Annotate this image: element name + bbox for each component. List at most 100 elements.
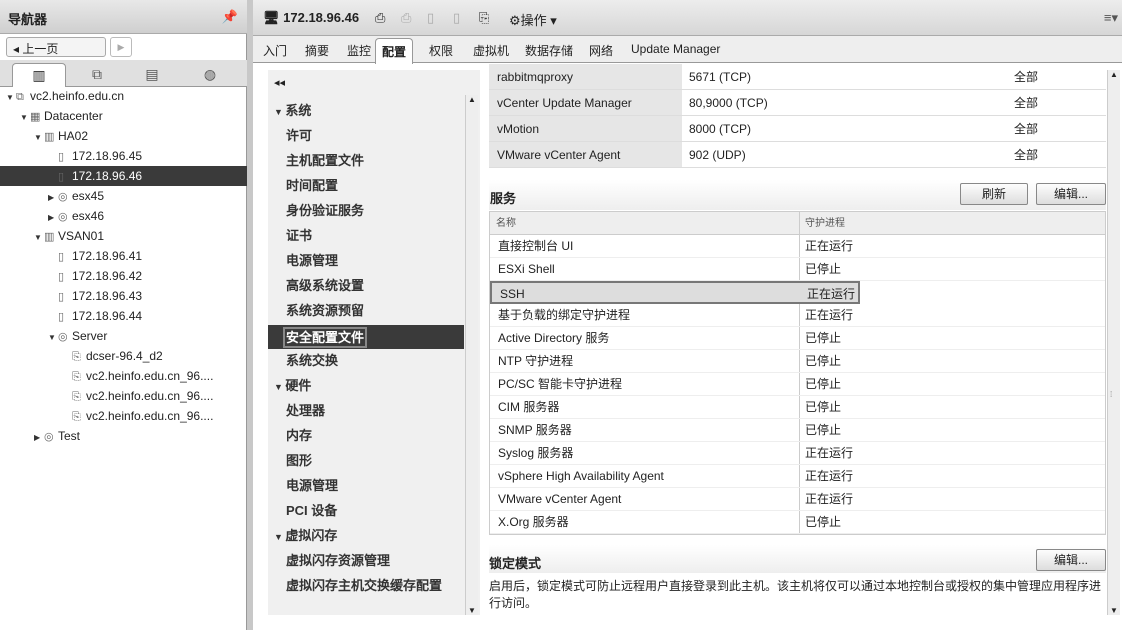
content-scrollbar[interactable]: ▲ ⁞ ▼ (1107, 70, 1120, 615)
config-section[interactable]: ▼ 硬件 (274, 375, 311, 394)
config-menu-item[interactable]: 电源管理 (286, 250, 338, 269)
tree-node[interactable]: ▯ 172.18.96.42 (0, 266, 247, 286)
firewall-row[interactable]: rabbitmqproxy 5671 (TCP) 全部 (489, 64, 1106, 90)
tab-6[interactable]: 数据存储 (525, 42, 573, 59)
tree-node[interactable]: ▯ 172.18.96.43 (0, 286, 247, 306)
tab-4[interactable]: 权限 (429, 42, 453, 59)
config-menu-item[interactable]: 图形 (286, 450, 312, 469)
expand-arrow-icon[interactable]: ▼ (34, 128, 44, 148)
col-name[interactable]: 名称 (496, 212, 516, 235)
scroll-down-icon[interactable]: ▼ (1108, 606, 1120, 615)
service-row[interactable]: SNMP 服务器 已停止 (490, 419, 1105, 442)
pin-icon[interactable]: 📌 (222, 9, 238, 25)
firewall-row[interactable]: vMotion 8000 (TCP) 全部 (489, 116, 1106, 142)
tab-0[interactable]: 入门 (263, 42, 287, 59)
refresh-button[interactable]: 刷新 (960, 183, 1028, 205)
config-menu-item[interactable]: 高级系统设置 (286, 275, 364, 294)
service-row[interactable]: Syslog 服务器 正在运行 (490, 442, 1105, 465)
collapse-icon[interactable]: ◂◂ (274, 76, 285, 89)
scroll-grip-icon[interactable]: ⁞ (1110, 390, 1112, 399)
col-daemon[interactable]: 守护进程 (805, 212, 845, 235)
tab-1[interactable]: 摘要 (305, 42, 329, 59)
tree-node[interactable]: ⎘ vc2.heinfo.edu.cn_96.... (0, 406, 247, 426)
service-row[interactable]: PC/SC 智能卡守护进程 已停止 (490, 373, 1105, 396)
tab-3[interactable]: 配置 (375, 38, 414, 64)
config-menu-item[interactable]: 系统资源预留 (286, 300, 364, 319)
add-host-icon[interactable]: ⎙ (375, 10, 385, 26)
expand-arrow-icon[interactable]: ▼ (48, 328, 58, 348)
hosts-clusters-tab-icon[interactable]: ▥ (12, 63, 66, 87)
service-row[interactable]: vSphere High Availability Agent 正在运行 (490, 465, 1105, 488)
config-menu-item[interactable]: 时间配置 (286, 175, 338, 194)
service-row[interactable]: 直接控制台 UI 正在运行 (490, 235, 1105, 258)
scroll-down-icon[interactable]: ▼ (466, 606, 478, 615)
config-menu-item[interactable]: 处理器 (286, 400, 325, 419)
tab-2[interactable]: 监控 (347, 42, 371, 59)
tree-node[interactable]: ▶ ◎ Test (0, 426, 247, 446)
tree-node[interactable]: ⎘ vc2.heinfo.edu.cn_96.... (0, 386, 247, 406)
back-button[interactable]: ◂ 上一页 (6, 37, 106, 57)
tree-node[interactable]: ▯ 172.18.96.46 (0, 166, 247, 186)
tree-node[interactable]: ▼ ▥ HA02 (0, 126, 247, 146)
exit-maintenance-icon[interactable]: ▯ (453, 10, 460, 26)
collapse-arrow-icon[interactable]: ▶ (48, 188, 58, 208)
config-menu-item[interactable]: 身份验证服务 (286, 200, 364, 219)
service-row[interactable]: NTP 守护进程 已停止 (490, 350, 1105, 373)
tree-node[interactable]: ▯ 172.18.96.41 (0, 246, 247, 266)
service-row[interactable]: 基于负载的绑定守护进程 正在运行 (490, 304, 1105, 327)
tree-node[interactable]: ▶ ◎ esx46 (0, 206, 247, 226)
section-arrow-icon[interactable]: ▼ (274, 532, 285, 542)
config-menu-item[interactable]: 安全配置文件 (268, 325, 464, 349)
firewall-row[interactable]: VMware vCenter Agent 902 (UDP) 全部 (489, 142, 1106, 168)
tree-node[interactable]: ⎘ vc2.heinfo.edu.cn_96.... (0, 366, 247, 386)
host-settings-icon[interactable]: ⎘ (479, 10, 489, 26)
scroll-up-icon[interactable]: ▲ (1108, 70, 1120, 79)
tree-node[interactable]: ▼ ▥ VSAN01 (0, 226, 247, 246)
collapse-arrow-icon[interactable]: ▶ (34, 428, 44, 448)
config-menu-item[interactable]: 主机配置文件 (286, 150, 364, 169)
tree-node[interactable]: ▯ 172.18.96.45 (0, 146, 247, 166)
config-menu-item[interactable]: PCI 设备 (286, 500, 337, 519)
tree-node[interactable]: ▼ ⧉ vc2.heinfo.edu.cn (0, 86, 247, 106)
expand-arrow-icon[interactable]: ▼ (34, 228, 44, 248)
scroll-up-icon[interactable]: ▲ (466, 95, 478, 104)
actions-menu[interactable]: ⚙操作 ▾ (509, 10, 557, 29)
config-menu-scrollbar[interactable]: ▲ ▼ (465, 95, 478, 615)
service-row[interactable]: VMware vCenter Agent 正在运行 (490, 488, 1105, 511)
edit-services-button[interactable]: 编辑... (1036, 183, 1106, 205)
edit-lockdown-button[interactable]: 编辑... (1036, 549, 1106, 571)
firewall-row[interactable]: vCenter Update Manager 80,9000 (TCP) 全部 (489, 90, 1106, 116)
config-section[interactable]: ▼ 系统 (274, 100, 311, 119)
config-menu-item[interactable]: 系统交换 (286, 350, 338, 369)
service-row[interactable]: ESXi Shell 已停止 (490, 258, 1105, 281)
tab-8[interactable]: Update Manager (631, 42, 720, 56)
service-row[interactable]: X.Org 服务器 已停止 (490, 511, 1105, 534)
host-action-icon[interactable]: ⎙ (401, 10, 411, 26)
vms-templates-tab-icon[interactable]: ⧉ (70, 63, 124, 87)
expand-arrow-icon[interactable]: ▼ (6, 88, 16, 108)
service-row[interactable]: CIM 服务器 已停止 (490, 396, 1105, 419)
storage-tab-icon[interactable]: ▤ (125, 63, 179, 87)
config-menu-item[interactable]: 电源管理 (286, 475, 338, 494)
tree-node[interactable]: ▼ ◎ Server (0, 326, 247, 346)
config-menu-item[interactable]: 虚拟闪存资源管理 (286, 550, 390, 569)
collapse-arrow-icon[interactable]: ▶ (48, 208, 58, 228)
service-row[interactable]: SSH 正在运行 (490, 281, 860, 304)
tree-node[interactable]: ▯ 172.18.96.44 (0, 306, 247, 326)
enter-maintenance-icon[interactable]: ▯ (427, 10, 434, 26)
tree-node[interactable]: ⎘ dcser-96.4_d2 (0, 346, 247, 366)
config-menu-item[interactable]: 许可 (286, 125, 312, 144)
tab-5[interactable]: 虚拟机 (473, 42, 509, 59)
tree-node[interactable]: ▶ ◎ esx45 (0, 186, 247, 206)
expand-arrow-icon[interactable]: ▼ (20, 108, 30, 128)
config-menu-item[interactable]: 证书 (286, 225, 312, 244)
tree-node[interactable]: ▼ ▦ Datacenter (0, 106, 247, 126)
service-row[interactable]: Active Directory 服务 已停止 (490, 327, 1105, 350)
networking-tab-icon[interactable]: ◍ (183, 63, 237, 87)
menu-icon[interactable]: ≡▾ (1104, 10, 1118, 26)
config-section[interactable]: ▼ 虚拟闪存 (274, 525, 337, 544)
config-menu-item[interactable]: 虚拟闪存主机交换缓存配置 (286, 575, 442, 594)
section-arrow-icon[interactable]: ▼ (274, 107, 285, 117)
forward-button[interactable]: ▶ (110, 37, 132, 57)
config-menu-item[interactable]: 内存 (286, 425, 312, 444)
